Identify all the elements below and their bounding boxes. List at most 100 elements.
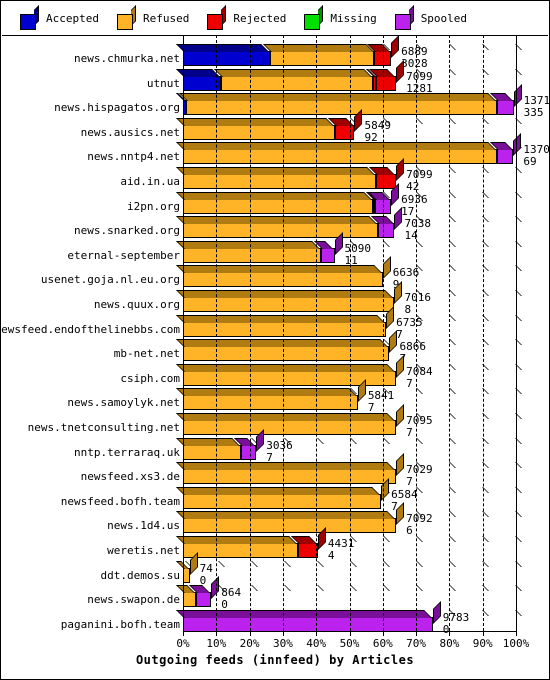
- category-label: mb-net.net: [113, 347, 180, 361]
- bar-segment-top: [176, 142, 496, 151]
- x-tick: [416, 631, 418, 636]
- plot-area: news.chmurka.net 6889 3028 utnut 7099 1281 new…: [0, 35, 550, 678]
- bar-segment-refused[interactable]: [176, 290, 395, 312]
- bar-segment-rejected[interactable]: [369, 167, 397, 189]
- bar-segment-spooled[interactable]: [176, 609, 433, 632]
- category-label: newsfeed.xs3.de: [80, 470, 180, 484]
- bar-segment-spooled[interactable]: [370, 216, 395, 239]
- x-tick: [449, 631, 451, 636]
- bar-segment-refused[interactable]: [176, 191, 373, 214]
- category-label: newsfeed.bofh.team: [60, 494, 180, 508]
- bar-segment-rejected[interactable]: [290, 536, 318, 558]
- bar-segment-refused[interactable]: [176, 462, 397, 485]
- x-tick: [482, 631, 484, 636]
- value-labels: 6735 7: [396, 315, 423, 341]
- x-tick: [516, 631, 517, 636]
- bar-segment-refused[interactable]: [176, 314, 387, 337]
- value-secondary: 0: [442, 622, 450, 636]
- bar-segment-refused[interactable]: [176, 585, 197, 608]
- value-labels: 7038 14: [404, 218, 431, 242]
- bar-segment-refused[interactable]: [176, 117, 335, 140]
- bar-segment-rejected[interactable]: [327, 117, 355, 140]
- bar-segment-rejected[interactable]: [369, 68, 397, 91]
- bar-segment-spooled[interactable]: [490, 93, 514, 116]
- category-label: news.quux.org: [93, 298, 180, 311]
- gridline: [382, 35, 384, 631]
- bar-segment-refused[interactable]: [176, 339, 390, 362]
- x-tick-label: 40%: [306, 637, 327, 650]
- bar-segment-top: [176, 240, 321, 249]
- bar-segment-spooled[interactable]: [314, 240, 335, 263]
- value-secondary: 7: [406, 426, 413, 439]
- value-offered: 6936: [401, 192, 428, 206]
- bar-segment-refused[interactable]: [262, 44, 375, 66]
- floor-tick: [284, 560, 291, 567]
- bar-segment-spooled[interactable]: [189, 585, 212, 608]
- value-secondary: 42: [406, 180, 420, 193]
- bar-segment-refused[interactable]: [176, 167, 377, 189]
- category-label: newsfeed.endofthelinebbs.com: [0, 322, 180, 336]
- bar-segment-top: [176, 462, 396, 471]
- bar-segment-refused[interactable]: [176, 388, 358, 411]
- bar-segment-top: [176, 388, 357, 397]
- category-label: csiph.com: [120, 371, 180, 385]
- value-labels: 5090 11: [345, 242, 372, 267]
- category-label: news.chmurka.net: [74, 52, 180, 65]
- value-secondary: 335: [523, 106, 544, 120]
- bar-segment-accepted[interactable]: [176, 44, 270, 66]
- floor-tick: [251, 585, 258, 592]
- value-labels: 7016 8: [404, 292, 431, 316]
- gridline: [416, 35, 418, 631]
- bar-segment-spooled[interactable]: [489, 142, 514, 165]
- bar-segment-refused[interactable]: [176, 437, 242, 460]
- bar-end-cap: [391, 35, 400, 58]
- bar-segment-refused[interactable]: [176, 511, 397, 534]
- bar-segment-top: [176, 117, 334, 126]
- chart-footer-title: Outgoing feeds (innfeed) by Articles: [135, 653, 415, 667]
- bar-segment-refused[interactable]: [176, 240, 322, 263]
- bar-segment-top: [176, 413, 396, 421]
- floor-tick: [383, 437, 390, 444]
- cube-icon: [116, 4, 136, 30]
- x-tick-label: 80%: [439, 637, 460, 650]
- gridline: [449, 35, 451, 631]
- bar-segment-top: [176, 290, 394, 298]
- x-tick: [382, 631, 384, 636]
- x-tick: [349, 631, 351, 636]
- bar-segment-top: [176, 363, 396, 372]
- category-label: utnut: [146, 76, 180, 90]
- floor-tick: [383, 585, 390, 592]
- value-secondary: 6: [406, 524, 413, 538]
- bar-segment-top: [176, 314, 386, 323]
- value-offered: 6584: [391, 487, 418, 501]
- value-labels: 7095 7: [406, 415, 433, 439]
- bar-segment-top: [176, 511, 396, 520]
- cube-icon: [304, 4, 324, 30]
- category-label: weretis.net: [107, 544, 180, 557]
- legend-label: Accepted: [46, 12, 99, 25]
- value-labels: 7099 1281: [406, 70, 433, 95]
- floor-tick: [317, 585, 324, 592]
- legend-label: Refused: [142, 12, 190, 25]
- value-labels: 9783 0: [442, 611, 470, 636]
- x-tick-label: 70%: [406, 637, 427, 650]
- value-offered: 74: [199, 561, 213, 575]
- value-labels: 5841 7: [368, 390, 395, 414]
- chart-legend: Accepted Refused Rejected Missing Spooled: [2, 2, 548, 36]
- bar-segment-refused[interactable]: [176, 536, 298, 558]
- gridline: [349, 35, 351, 631]
- value-offered: 6735: [396, 315, 423, 329]
- floor-tick: [350, 585, 357, 592]
- cube-icon: [394, 4, 414, 30]
- category-label: news.samoylyk.net: [67, 396, 180, 410]
- bar-row: news.quux.org 7016 8: [2, 281, 548, 318]
- chart-frame: Accepted Refused Rejected Missing Spooled ne…: [0, 0, 550, 680]
- value-secondary: 17: [401, 204, 415, 218]
- value-labels: 864 0: [221, 587, 241, 611]
- bar-segment-refused[interactable]: [179, 93, 498, 116]
- value-secondary: 7: [406, 376, 413, 390]
- gridline: [482, 35, 484, 631]
- legend-item-refused: Refused: [116, 4, 190, 30]
- bar-segment-refused[interactable]: [176, 413, 397, 435]
- bar-row: paganini.bofh.team 9783 0: [2, 600, 548, 638]
